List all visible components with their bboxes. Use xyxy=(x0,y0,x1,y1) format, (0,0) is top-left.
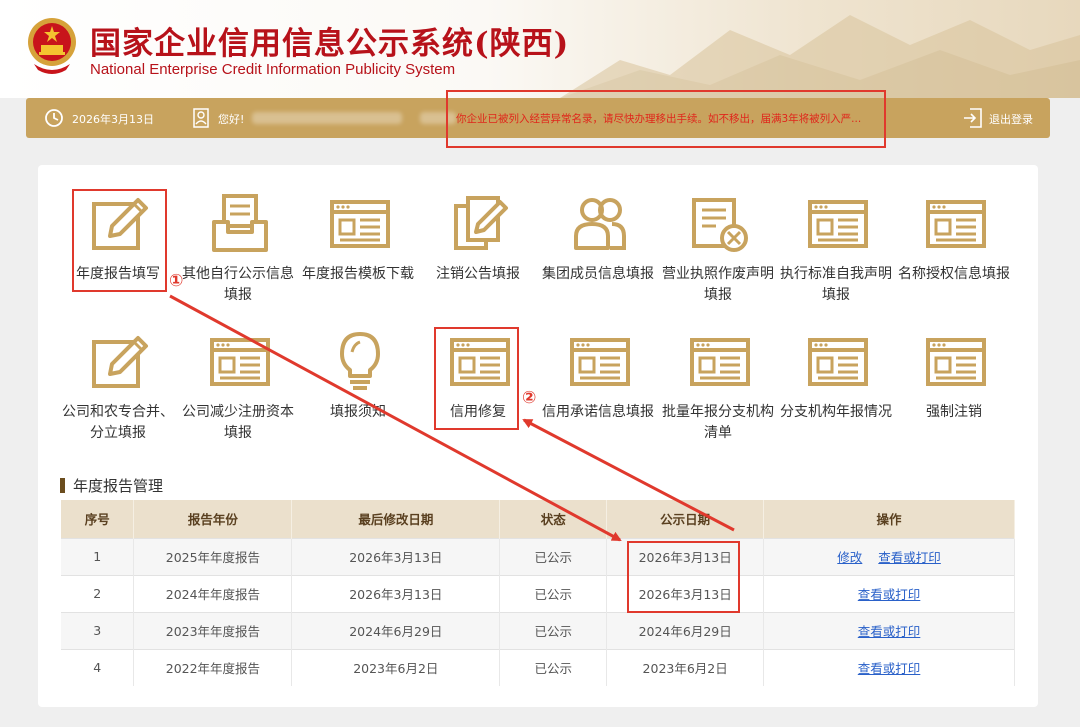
tile-label: 年度报告模板下载 xyxy=(302,266,414,282)
site-title: 国家企业信用信息公示系统(陕西) xyxy=(90,26,570,62)
view-print-link[interactable]: 查看或打印 xyxy=(858,624,921,639)
table-row: 1 2025年年度报告 2026年3月13日 已公示 2026年3月13日 修改… xyxy=(61,537,1015,575)
column-header: 序号 xyxy=(61,500,135,538)
user-icon xyxy=(193,108,209,128)
tile-label: 填报须知 xyxy=(330,404,386,420)
row-number: 1 xyxy=(61,537,135,575)
clock-icon xyxy=(45,109,63,127)
tile-label: 注销公告填报 xyxy=(436,266,520,282)
form-window-icon xyxy=(808,200,868,248)
users-icon xyxy=(574,198,626,250)
row-number: 2 xyxy=(61,574,135,612)
view-print-link[interactable]: 查看或打印 xyxy=(878,550,941,565)
actions: 修改 查看或打印 xyxy=(763,537,1015,575)
highlight-annual-report-tile xyxy=(72,189,167,292)
column-header: 状态 xyxy=(499,500,608,538)
lightbulb-icon xyxy=(340,332,380,390)
row-number: 4 xyxy=(61,648,135,686)
inbox-icon xyxy=(212,194,268,252)
national-emblem-icon xyxy=(28,18,76,74)
annotation-number-2: ② xyxy=(522,388,537,408)
tile-label: 批量年报分支机构清单 xyxy=(662,404,774,441)
form-window-icon xyxy=(926,200,986,248)
tile-label: 名称授权信息填报 xyxy=(898,266,1010,282)
tile-label: 分支机构年报情况 xyxy=(780,404,892,420)
annotation-number-1: ① xyxy=(169,271,184,291)
document-cancel-icon xyxy=(692,198,748,252)
edit-icon xyxy=(92,336,148,388)
section-title-text: 年度报告管理 xyxy=(73,477,164,495)
copy-pen-icon xyxy=(454,196,508,250)
last-modified: 2026年3月13日 xyxy=(291,574,501,612)
column-header: 操作 xyxy=(763,500,1015,538)
row-number: 3 xyxy=(61,611,135,649)
mountain-background xyxy=(560,15,1080,98)
report-year: 2023年年度报告 xyxy=(133,611,293,649)
tile-label: 营业执照作废声明填报 xyxy=(662,266,774,303)
status: 已公示 xyxy=(499,537,608,575)
publish-date: 2024年6月29日 xyxy=(606,611,765,649)
section-bar xyxy=(60,478,65,493)
logout-button[interactable]: 退出登录 xyxy=(989,111,1033,127)
actions: 查看或打印 xyxy=(763,574,1015,612)
status: 已公示 xyxy=(499,611,608,649)
site-header: 国家企业信用信息公示系统(陕西) National Enterprise Cre… xyxy=(0,0,1080,98)
publish-date: 2023年6月2日 xyxy=(606,648,765,686)
actions: 查看或打印 xyxy=(763,648,1015,686)
tile-label: 其他自行公示信息填报 xyxy=(182,266,294,303)
form-window-icon xyxy=(926,338,986,386)
column-header: 最后修改日期 xyxy=(291,500,501,538)
form-window-icon xyxy=(210,338,270,386)
site-subtitle: National Enterprise Credit Information P… xyxy=(90,61,456,78)
tile-label: 执行标准自我声明填报 xyxy=(780,266,892,303)
tile-label: 公司减少注册资本填报 xyxy=(182,404,294,441)
actions: 查看或打印 xyxy=(763,611,1015,649)
table-row: 2 2024年年度报告 2026年3月13日 已公示 2026年3月13日 查看… xyxy=(61,574,1015,612)
form-window-icon xyxy=(808,338,868,386)
tile-label: 公司和农专合并、分立填报 xyxy=(62,404,174,441)
logout-icon[interactable] xyxy=(962,106,984,130)
report-year: 2024年年度报告 xyxy=(133,574,293,612)
last-modified: 2023年6月2日 xyxy=(291,648,501,686)
greeting: 您好! xyxy=(218,113,245,126)
view-print-link[interactable]: 查看或打印 xyxy=(858,661,921,676)
report-year: 2022年年度报告 xyxy=(133,648,293,686)
table-row: 3 2023年年度报告 2024年6月29日 已公示 2024年6月29日 查看… xyxy=(61,611,1015,649)
form-window-icon xyxy=(690,338,750,386)
form-window-icon xyxy=(570,338,630,386)
status: 已公示 xyxy=(499,648,608,686)
report-year: 2025年年度报告 xyxy=(133,537,293,575)
highlight-credit-repair-tile xyxy=(434,327,519,430)
highlight-publish-dates xyxy=(627,541,740,613)
modify-link[interactable]: 修改 xyxy=(837,550,862,565)
view-print-link[interactable]: 查看或打印 xyxy=(858,587,921,602)
tile-label: 集团成员信息填报 xyxy=(542,266,654,282)
status: 已公示 xyxy=(499,574,608,612)
annual-report-table: 序号 报告年份 最后修改日期 状态 公示日期 操作 1 2025年年度报告 20… xyxy=(61,500,1015,686)
column-header: 公示日期 xyxy=(606,500,765,538)
last-modified: 2024年6月29日 xyxy=(291,611,501,649)
current-date: 2026年3月13日 xyxy=(72,113,154,126)
tile-label: 信用承诺信息填报 xyxy=(542,404,654,420)
form-window-icon xyxy=(330,200,390,248)
redacted-user-name xyxy=(252,112,402,124)
table-row: 4 2022年年度报告 2023年6月2日 已公示 2023年6月2日 查看或打… xyxy=(61,648,1015,686)
last-modified: 2026年3月13日 xyxy=(291,537,501,575)
notice-highlight-box xyxy=(446,90,886,148)
tile-label: 强制注销 xyxy=(926,404,982,420)
table-header-row: 序号 报告年份 最后修改日期 状态 公示日期 操作 xyxy=(61,500,1015,538)
column-header: 报告年份 xyxy=(133,500,293,538)
